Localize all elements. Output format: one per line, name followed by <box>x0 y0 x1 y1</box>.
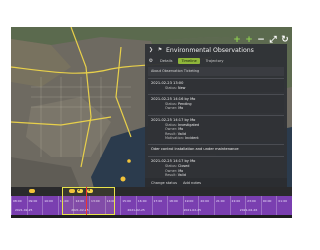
tick-line <box>213 196 215 215</box>
tick-label: 21:00 <box>215 199 225 203</box>
settings-icon[interactable]: ⚙ <box>148 58 154 64</box>
field-label: Result: <box>165 173 178 178</box>
timeline-selection-window[interactable] <box>62 187 115 215</box>
tick-line <box>11 196 12 215</box>
timeline-entry: 2021-02-23 13:00 Status: New <box>148 77 284 92</box>
date-label: 2021-02-25 <box>127 208 145 212</box>
tick-label: 09:00 <box>28 199 38 203</box>
field-label: Status: <box>165 102 179 106</box>
panel-tabs: ⚙ Details Timeline Trajectory <box>145 56 287 65</box>
field-value: Mo <box>178 106 184 111</box>
timeline-entry: 2021-02-25 14:16 by Mo Status: Pending Own… <box>148 94 284 113</box>
tick-line <box>26 196 28 215</box>
field-label: Owner: <box>165 127 179 132</box>
date-label: 2021-02-26 <box>239 208 258 212</box>
tick-line <box>167 196 168 215</box>
section-label: About Observation Ticketing <box>148 67 284 76</box>
tick-line <box>151 196 152 215</box>
tick-line <box>182 196 184 215</box>
panel-header: ❯ ⚑ Environmental Observations <box>145 44 287 56</box>
tick-label: 16:00 <box>137 199 147 203</box>
tick-line <box>276 196 277 215</box>
date-label: 2021-02-25 <box>15 208 33 212</box>
tab-trajectory[interactable]: Trajectory <box>203 58 227 64</box>
field-value: Closed <box>178 164 190 169</box>
field-value: Mo <box>178 168 184 173</box>
timeline-events: 25 <box>11 187 292 196</box>
tick-label: 15:00 <box>122 199 131 203</box>
timeline-cursor[interactable] <box>86 187 87 215</box>
tick-line <box>229 196 231 215</box>
field-value: Incident <box>185 136 199 141</box>
panel-title: Environmental Observations <box>166 46 254 54</box>
tick-label: 08:00 <box>13 199 22 203</box>
field-label: Owner: <box>165 168 179 173</box>
field-label: Status: <box>165 164 179 169</box>
field-label: Status: <box>165 122 179 127</box>
flag-icon: ⚑ <box>157 47 163 53</box>
observation-marker[interactable] <box>127 159 131 163</box>
tick-label: 10:00 <box>44 199 53 203</box>
tick-label: 19:00 <box>184 199 194 203</box>
field-value: Valid <box>177 131 186 136</box>
tick-line <box>260 196 262 215</box>
field-value: Pending <box>178 102 192 106</box>
tab-timeline[interactable]: Timeline <box>178 57 200 64</box>
field-value: Investigated <box>178 122 200 127</box>
tick-label: 00:00 <box>262 199 272 203</box>
tick-line <box>42 196 43 215</box>
timeline-ruler[interactable]: 08:00 09:00 10:00 11:00 12:00 13:00 14:00 15:00… <box>11 196 292 215</box>
timeline-scrollbar[interactable] <box>11 215 292 218</box>
tick-line <box>120 196 121 215</box>
tick-label: 18:00 <box>169 199 178 203</box>
timeline-entries: 2021-02-23 13:00 Status: New 2021-02-25 14… <box>145 77 287 185</box>
app-window: + + − ⤢ ↻ ❯ ⚑ Environmental Observations… <box>0 0 300 250</box>
date-label: 2021-02-25 <box>183 208 202 212</box>
field-label: Owner: <box>165 106 179 111</box>
collapse-icon[interactable]: ❯ <box>148 47 154 53</box>
field-value: New <box>178 85 186 90</box>
tick-label: 22:00 <box>231 199 241 203</box>
field-value: Valid <box>177 173 186 178</box>
entry-timestamp: Oder control installation and under main… <box>151 147 239 152</box>
add-notes-button[interactable]: Add notes <box>183 181 201 185</box>
observation-marker[interactable] <box>120 176 126 182</box>
entry-field: Motivation: Incident <box>151 136 281 140</box>
tick-label: 20:00 <box>200 199 209 203</box>
panel-footer: Change status Add notes <box>145 178 287 187</box>
tab-details[interactable]: Details <box>157 58 175 64</box>
timeline-event-marker[interactable] <box>29 189 35 193</box>
field-label: Result: <box>165 131 178 136</box>
change-status-button[interactable]: Change status <box>151 181 177 185</box>
tick-label: 23:00 <box>247 199 256 203</box>
tick-line <box>245 196 246 215</box>
timeline-entry: Oder control installation and under main… <box>148 144 284 155</box>
entry-field: Owner: Mo <box>151 106 281 110</box>
field-value: Mo <box>178 127 184 132</box>
timeline-bar[interactable]: 25 08:00 09:00 10:00 11:00 12:00 13:00 14:00 15… <box>11 187 292 215</box>
tick-line <box>57 196 59 215</box>
tick-label: 01:00 <box>278 199 288 203</box>
entry-field: Status: New <box>151 86 281 90</box>
field-label: Status: <box>165 85 179 90</box>
tick-label: 17:00 <box>153 199 163 203</box>
tick-line <box>198 196 199 215</box>
timeline-entry: 2021-02-25 14:17 by Mo Status: Investigat… <box>148 114 284 143</box>
field-label: Motivation: <box>165 136 186 141</box>
observation-panel: ❯ ⚑ Environmental Observations ⚙ Details… <box>145 44 287 187</box>
tick-line <box>135 196 137 215</box>
